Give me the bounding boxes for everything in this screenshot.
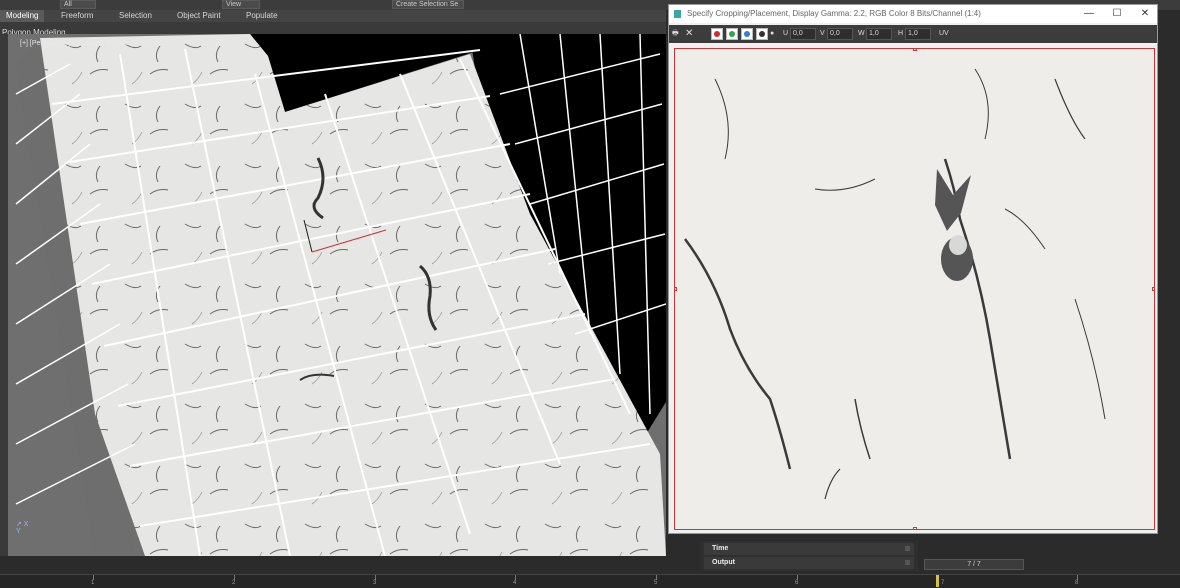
tab-object-paint[interactable]: Object Paint [177, 10, 221, 22]
alpha-channel-dot [759, 31, 765, 37]
rollout-time[interactable]: Time [704, 543, 914, 555]
rollout-output-toggle-icon [905, 560, 910, 565]
perspective-viewport[interactable]: [+] [Perspective] [Standard] [Edged Face… [0, 34, 666, 556]
frame-counter[interactable]: 7 / 7 [924, 559, 1024, 570]
green-channel-dot [729, 31, 735, 37]
timeline-track[interactable]: 1 2 3 4 5 6 7 8 [0, 574, 1180, 588]
viewport-label[interactable]: [+] [Perspective] [Standard] [Edged Face… [20, 40, 152, 47]
crop-handle-top[interactable] [913, 49, 917, 51]
timeline-tick-label: 5 [654, 580, 658, 586]
mono-icon[interactable]: ● [770, 28, 774, 40]
cropping-placement-dialog: Specify Cropping/Placement, Display Gamm… [668, 4, 1158, 534]
h-label: H [898, 30, 904, 37]
print-icon[interactable]: 🖶 [672, 28, 679, 40]
u-spinner[interactable]: 0,0 [790, 28, 816, 40]
clear-icon[interactable]: ✕ [685, 28, 693, 40]
dialog-title-bar: Specify Cropping/Placement, Display Gamm… [669, 5, 1157, 23]
timeline-tick-label: 2 [232, 580, 236, 586]
timeline-tick-label: 4 [513, 580, 517, 586]
ribbon-panel: Polygon Modeling [0, 22, 666, 37]
rollout-output[interactable]: Output [704, 557, 914, 569]
tab-selection[interactable]: Selection [119, 10, 152, 22]
red-channel-button[interactable] [711, 28, 723, 40]
blue-channel-dot [744, 31, 750, 37]
v-label: V [820, 30, 825, 37]
red-channel-dot [714, 31, 720, 37]
blue-channel-button[interactable] [741, 28, 753, 40]
timeline-tick-label: 6 [795, 580, 799, 586]
dialog-toolbar: 🖶 ✕ ● U 0,0 V 0,0 W 1,0 H 1,0 UV [669, 25, 1157, 43]
dialog-title: Specify Cropping/Placement, Display Gamm… [687, 9, 981, 18]
minimize-button[interactable]: — [1075, 5, 1103, 23]
reference-coordinate-dropdown[interactable]: View [222, 0, 260, 9]
texture-preview[interactable] [674, 48, 1155, 530]
rollout-time-label: Time [712, 545, 729, 552]
ribbon-tabs: Modeling Freeform Selection Object Paint… [0, 10, 666, 22]
u-label: U [783, 30, 789, 37]
selection-filter-dropdown[interactable]: All [60, 0, 96, 9]
named-selection-set-dropdown[interactable]: Create Selection Se [392, 0, 464, 9]
rollout-time-toggle-icon [905, 546, 910, 551]
crop-handle-right[interactable] [1152, 287, 1154, 291]
h-spinner[interactable]: 1,0 [905, 28, 931, 40]
close-button[interactable]: ✕ [1131, 5, 1159, 23]
alpha-channel-button[interactable] [756, 28, 768, 40]
axis-tripod-icon: ↗ XY [16, 521, 29, 535]
viewport-scene [15, 34, 666, 556]
maximize-button[interactable]: ☐ [1103, 5, 1131, 23]
w-label: W [858, 30, 865, 37]
w-spinner[interactable]: 1,0 [866, 28, 892, 40]
timeline-tick-label: 8 [1075, 580, 1079, 586]
left-side-strip [0, 34, 8, 556]
app-icon [674, 10, 681, 18]
rollout-output-label: Output [712, 559, 735, 566]
uv-toggle[interactable]: UV [939, 28, 949, 40]
green-channel-button[interactable] [726, 28, 738, 40]
crop-handle-bottom[interactable] [913, 527, 917, 529]
tab-modeling[interactable]: Modeling [0, 10, 45, 22]
tab-populate[interactable]: Populate [246, 10, 278, 22]
marble-texture [675, 49, 1154, 529]
tab-freeform[interactable]: Freeform [61, 10, 93, 22]
timeline-tick-label: 3 [373, 580, 377, 586]
v-spinner[interactable]: 0,0 [827, 28, 853, 40]
timeline-tick-label: 1 [91, 580, 95, 586]
time-slider-marker[interactable] [936, 575, 939, 587]
crop-handle-left[interactable] [675, 287, 677, 291]
command-panel-rollouts: Time Output [700, 541, 918, 571]
timeline-tick-label: 7 [941, 580, 945, 586]
